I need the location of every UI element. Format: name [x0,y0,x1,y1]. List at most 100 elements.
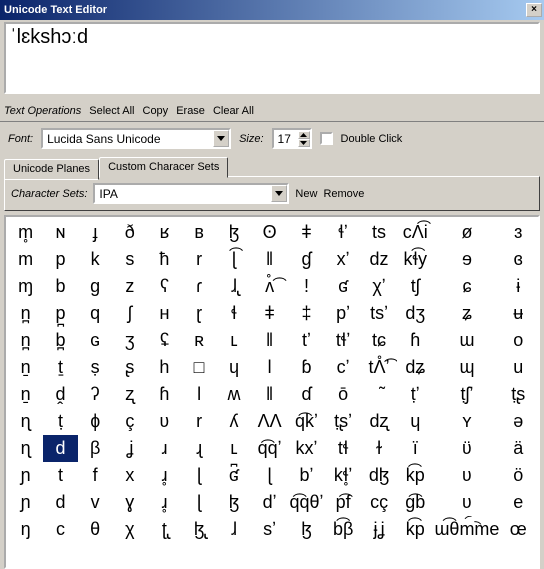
character-cell[interactable]: ʋ [433,489,500,516]
character-cell[interactable]: ə [500,408,536,435]
tab-custom-character-sets[interactable]: Custom Characer Sets [99,157,228,178]
character-cell[interactable]: χʼ [361,273,397,300]
character-cell[interactable]: ʌ̊͡ [251,273,287,300]
character-cell[interactable]: ʘ [251,219,287,246]
character-cell[interactable]: ɮ̢ [182,516,217,543]
character-cell[interactable]: q͡kʼ [288,408,325,435]
character-cell[interactable]: kɬ̥ʼ [325,462,361,489]
character-cell[interactable]: tɬʼ [325,327,361,354]
character-cell[interactable]: ō [325,381,361,408]
character-cell[interactable]: kɬ͡y [397,246,433,273]
character-cell[interactable]: dɮ [361,462,397,489]
character-cell[interactable]: ɽ [182,300,217,327]
character-cell[interactable]: ɭ͡ [216,246,251,273]
character-cell[interactable]: ʈ̢ [147,516,182,543]
character-cell[interactable]: ɨ [500,273,536,300]
character-cell[interactable]: t [43,462,78,489]
character-cell[interactable]: ŋ [8,516,43,543]
character-cell[interactable]: ɮ [216,219,251,246]
character-cell[interactable]: n̪ [8,327,43,354]
character-cell[interactable]: ʁ [147,219,182,246]
character-cell[interactable]: ʒ [113,327,148,354]
character-cell[interactable]: ʜ [147,300,182,327]
character-cell[interactable]: ç [113,408,148,435]
character-cell[interactable]: p̪ [43,300,78,327]
character-set-dropdown[interactable]: IPA [93,183,289,204]
character-cell[interactable]: ø [433,219,500,246]
character-cell[interactable]: m̥ [8,219,43,246]
character-cell[interactable]: g͡b [397,489,433,516]
character-cell[interactable]: ɘ [433,246,500,273]
copy-button[interactable]: Copy [143,105,169,117]
character-cell[interactable]: c [43,516,78,543]
character-cell[interactable]: k [78,246,113,273]
character-cell[interactable]: ʋ̈ [433,435,500,462]
character-cell[interactable]: ṭʼ [397,381,433,408]
character-cell[interactable]: r [182,408,217,435]
character-cell[interactable]: β [78,435,113,462]
character-cell[interactable]: ɹ [147,435,182,462]
character-cell[interactable]: ʕ [147,273,182,300]
character-cell[interactable]: tɅ̊͡ʼ [361,354,397,381]
character-cell[interactable]: ö [500,462,536,489]
character-cell[interactable]: ʔ [78,381,113,408]
character-cell[interactable]: s [113,246,148,273]
character-cell[interactable]: x [113,462,148,489]
character-cell[interactable]: ð [113,219,148,246]
character-cell[interactable]: z [113,273,148,300]
character-cell[interactable]: ʉ [500,300,536,327]
character-cell[interactable]: ɾ [182,273,217,300]
character-cell[interactable]: ʢ [147,327,182,354]
character-cell[interactable]: ɣ [113,489,148,516]
character-cell[interactable]: ɥ [216,354,251,381]
character-cell[interactable]: ʍ [216,381,251,408]
character-cell[interactable]: ɟ [78,219,113,246]
character-cell[interactable]: ̃ [361,381,397,408]
character-cell[interactable]: p͡f [325,489,361,516]
character-cell[interactable]: ɺ [216,516,251,543]
tab-unicode-planes[interactable]: Unicode Planes [4,159,99,180]
character-cell[interactable]: ɻ [182,435,217,462]
character-cell[interactable]: cʼ [325,354,361,381]
character-cell[interactable]: ʛ͆ [216,462,251,489]
character-cell[interactable]: tʃ [397,273,433,300]
character-cell[interactable]: ‖ [251,246,287,273]
chevron-down-icon[interactable] [271,185,287,202]
character-cell[interactable]: tɕ [361,327,397,354]
character-cell[interactable]: ṯ [43,354,78,381]
character-cell[interactable]: ǂ [251,300,287,327]
character-cell[interactable]: ṉ [8,381,43,408]
character-cell[interactable]: xʼ [325,246,361,273]
font-dropdown[interactable]: Lucida Sans Unicode [41,128,231,149]
character-cell[interactable]: b̪ [43,327,78,354]
character-cell[interactable]: ‡ [288,300,325,327]
character-cell[interactable]: v [78,489,113,516]
character-cell[interactable]: ǂ [288,219,325,246]
character-cell[interactable]: ɬʼ [325,219,361,246]
character-cell[interactable]: ɦ [147,381,182,408]
character-cell[interactable]: dz [361,246,397,273]
character-cell[interactable]: ɲ [8,462,43,489]
character-cell[interactable]: n̪ [8,300,43,327]
character-cell[interactable]: ʐ [113,381,148,408]
character-cell[interactable]: bʼ [288,462,325,489]
character-cell[interactable]: ɮ [288,516,325,543]
character-cell[interactable]: ʑ [433,300,500,327]
character-cell[interactable]: ɳ [8,408,43,435]
spinner-down-icon[interactable] [298,139,310,147]
character-cell[interactable]: ɉʝ [361,516,397,543]
character-cell[interactable]: ɴ [43,219,78,246]
new-button[interactable]: New [295,188,317,200]
character-cell[interactable]: k͡p [397,462,433,489]
character-cell[interactable]: ɦ [397,327,433,354]
character-cell[interactable]: ʎ [216,408,251,435]
character-cell[interactable]: dʒ [397,300,433,327]
character-cell[interactable]: b [43,273,78,300]
character-cell[interactable]: e [500,489,536,516]
character-cell[interactable]: ṉ [8,354,43,381]
character-cell[interactable]: ǁ [251,381,287,408]
character-cell[interactable]: ɭ [182,462,217,489]
character-cell[interactable]: ɳ [8,435,43,462]
character-cell[interactable]: dʐ [361,408,397,435]
select-all-button[interactable]: Select All [89,105,134,117]
